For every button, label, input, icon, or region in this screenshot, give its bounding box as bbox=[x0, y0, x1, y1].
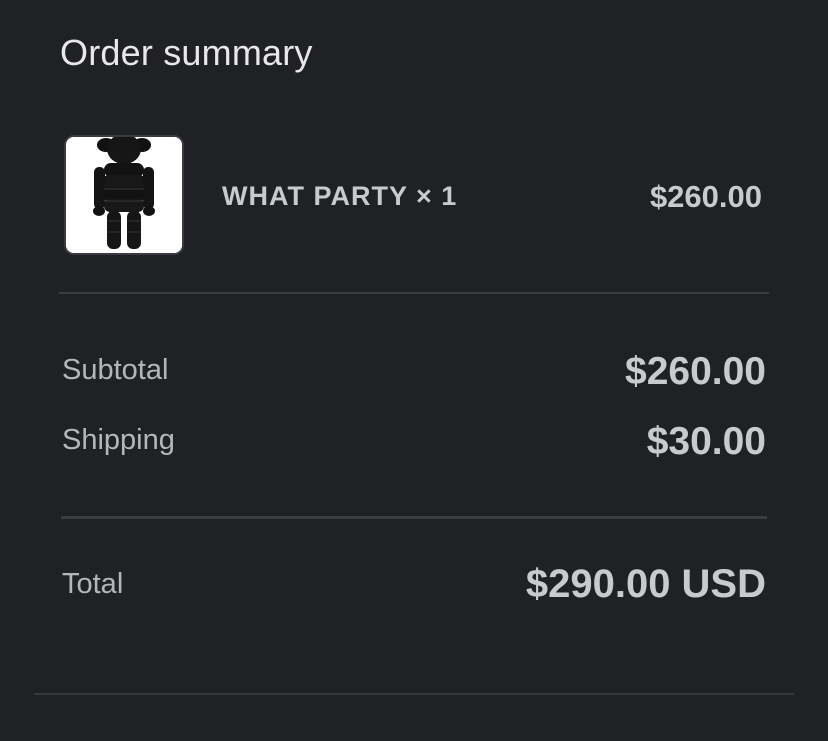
product-thumbnail bbox=[64, 135, 184, 255]
figure-thumbnail-icon bbox=[66, 137, 182, 253]
shipping-label: Shipping bbox=[62, 424, 175, 456]
order-summary-title: Order summary bbox=[60, 32, 313, 73]
subtotal-row: Subtotal $260.00 bbox=[62, 350, 766, 400]
divider bbox=[61, 516, 767, 519]
total-label: Total bbox=[62, 568, 124, 600]
divider bbox=[34, 693, 794, 695]
item-price: $260.00 bbox=[649, 179, 762, 214]
subtotal-value: $260.00 bbox=[625, 350, 766, 393]
total-value: $290.00 USD bbox=[525, 562, 766, 606]
order-summary-panel: Order summary WHAT PARTY × 1 $260.00 Sub… bbox=[0, 0, 828, 741]
shipping-row: Shipping $30.00 bbox=[62, 420, 766, 470]
divider bbox=[59, 292, 769, 294]
line-item: WHAT PARTY × 1 $260.00 bbox=[60, 133, 766, 259]
subtotal-label: Subtotal bbox=[62, 354, 169, 386]
total-row: Total $290.00 USD bbox=[62, 562, 766, 612]
shipping-value: $30.00 bbox=[646, 420, 766, 463]
item-name: WHAT PARTY × 1 bbox=[222, 181, 458, 211]
